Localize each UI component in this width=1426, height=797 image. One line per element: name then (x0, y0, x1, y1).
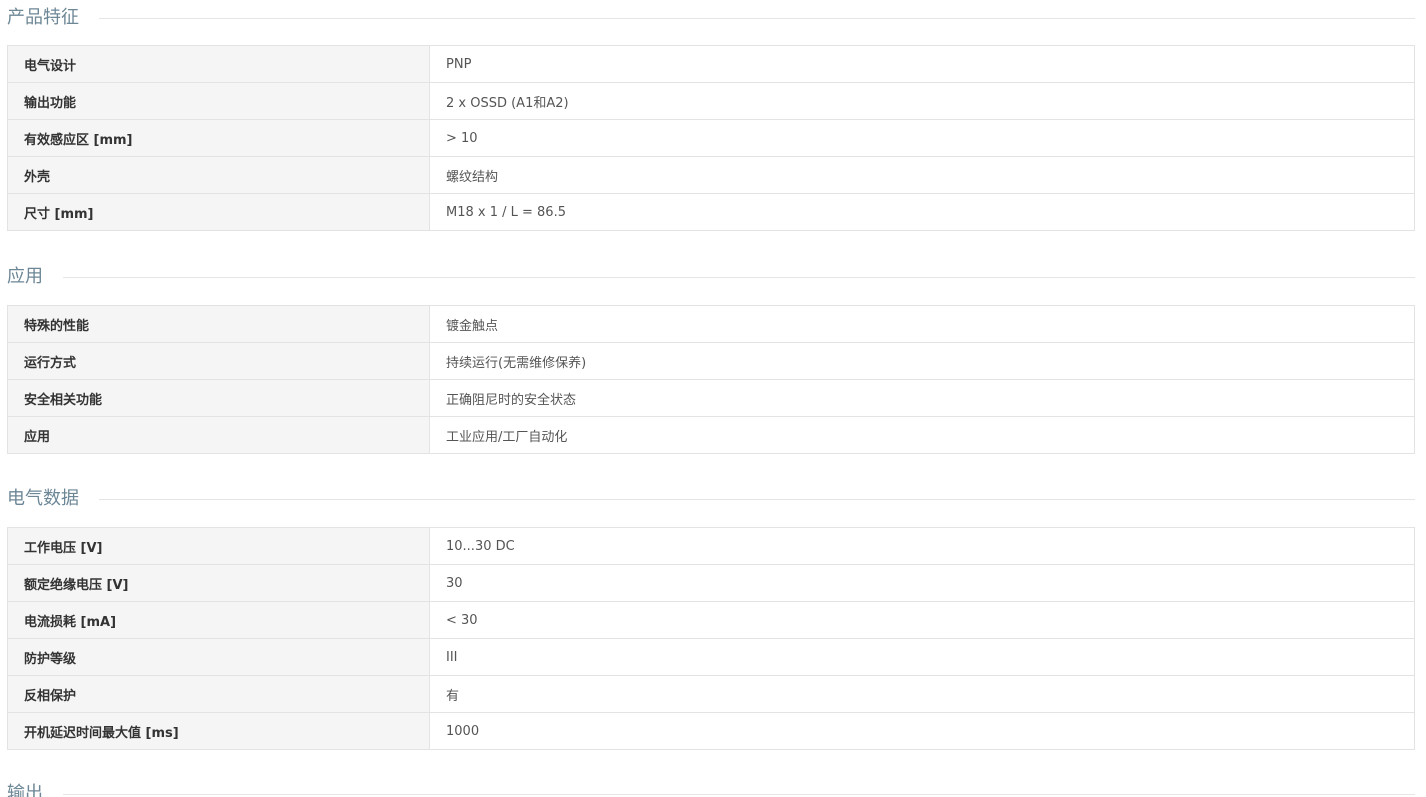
row-label: 防护等级 (7, 638, 430, 676)
table-row: 安全相关功能 正确阻尼时的安全状态 (7, 379, 1415, 417)
section-title: 应用 (7, 266, 43, 287)
row-value: M18 x 1 / L = 86.5 (429, 193, 1415, 231)
table-row: 电流损耗 [mA] < 30 (7, 601, 1415, 639)
row-value: > 10 (429, 119, 1415, 157)
table-row: 运行方式 持续运行(无需维修保养) (7, 342, 1415, 380)
table-row: 有效感应区 [mm] > 10 (7, 119, 1415, 157)
table-row: 额定绝缘电压 [V] 30 (7, 564, 1415, 602)
row-label: 特殊的性能 (7, 305, 430, 343)
row-value: 30 (429, 564, 1415, 602)
row-value: 持续运行(无需维修保养) (429, 342, 1415, 380)
table-row: 开机延迟时间最大值 [ms] 1000 (7, 712, 1415, 750)
row-label: 电流损耗 [mA] (7, 601, 430, 639)
table-row: 特殊的性能 镀金触点 (7, 305, 1415, 343)
section-output: 输出 (7, 780, 1415, 797)
row-value: 螺纹结构 (429, 156, 1415, 194)
row-value: 有 (429, 675, 1415, 713)
table-row: 应用 工业应用/工厂自动化 (7, 416, 1415, 454)
row-label: 工作电压 [V] (7, 527, 430, 565)
row-label: 安全相关功能 (7, 379, 430, 417)
spec-page: 产品特征 电气设计 PNP 输出功能 2 x OSSD (A1和A2) 有效感应… (0, 0, 1426, 797)
table-row: 防护等级 III (7, 638, 1415, 676)
section-divider (99, 17, 1415, 19)
spec-table: 工作电压 [V] 10...30 DC 额定绝缘电压 [V] 30 电流损耗 [… (7, 527, 1415, 750)
table-row: 反相保护 有 (7, 675, 1415, 713)
section-divider (63, 276, 1415, 278)
row-label: 应用 (7, 416, 430, 454)
section-electrical-data: 电气数据 工作电压 [V] 10...30 DC 额定绝缘电压 [V] 30 电… (7, 485, 1415, 750)
row-value: 正确阻尼时的安全状态 (429, 379, 1415, 417)
row-label: 额定绝缘电压 [V] (7, 564, 430, 602)
table-row: 电气设计 PNP (7, 45, 1415, 83)
row-value: III (429, 638, 1415, 676)
section-heading: 应用 (7, 263, 1415, 291)
section-heading: 产品特征 (7, 4, 1415, 32)
spec-table: 特殊的性能 镀金触点 运行方式 持续运行(无需维修保养) 安全相关功能 正确阻尼… (7, 305, 1415, 454)
row-value: 镀金触点 (429, 305, 1415, 343)
table-row: 外壳 螺纹结构 (7, 156, 1415, 194)
row-value: 工业应用/工厂自动化 (429, 416, 1415, 454)
row-label: 反相保护 (7, 675, 430, 713)
row-label: 有效感应区 [mm] (7, 119, 430, 157)
section-product-features: 产品特征 电气设计 PNP 输出功能 2 x OSSD (A1和A2) 有效感应… (7, 4, 1415, 231)
table-row: 工作电压 [V] 10...30 DC (7, 527, 1415, 565)
row-value: PNP (429, 45, 1415, 83)
section-application: 应用 特殊的性能 镀金触点 运行方式 持续运行(无需维修保养) 安全相关功能 正… (7, 263, 1415, 454)
row-value: 1000 (429, 712, 1415, 750)
row-value: 2 x OSSD (A1和A2) (429, 82, 1415, 120)
row-label: 输出功能 (7, 82, 430, 120)
row-label: 运行方式 (7, 342, 430, 380)
table-row: 输出功能 2 x OSSD (A1和A2) (7, 82, 1415, 120)
spec-table: 电气设计 PNP 输出功能 2 x OSSD (A1和A2) 有效感应区 [mm… (7, 45, 1415, 231)
section-divider (63, 793, 1415, 795)
row-label: 电气设计 (7, 45, 430, 83)
row-label: 尺寸 [mm] (7, 193, 430, 231)
section-title: 输出 (7, 783, 43, 797)
table-row: 尺寸 [mm] M18 x 1 / L = 86.5 (7, 193, 1415, 231)
section-divider (99, 498, 1415, 500)
section-heading: 输出 (7, 780, 1415, 797)
row-label: 外壳 (7, 156, 430, 194)
row-value: < 30 (429, 601, 1415, 639)
section-title: 电气数据 (7, 488, 79, 509)
section-heading: 电气数据 (7, 485, 1415, 513)
row-label: 开机延迟时间最大值 [ms] (7, 712, 430, 750)
section-title: 产品特征 (7, 7, 79, 28)
row-value: 10...30 DC (429, 527, 1415, 565)
